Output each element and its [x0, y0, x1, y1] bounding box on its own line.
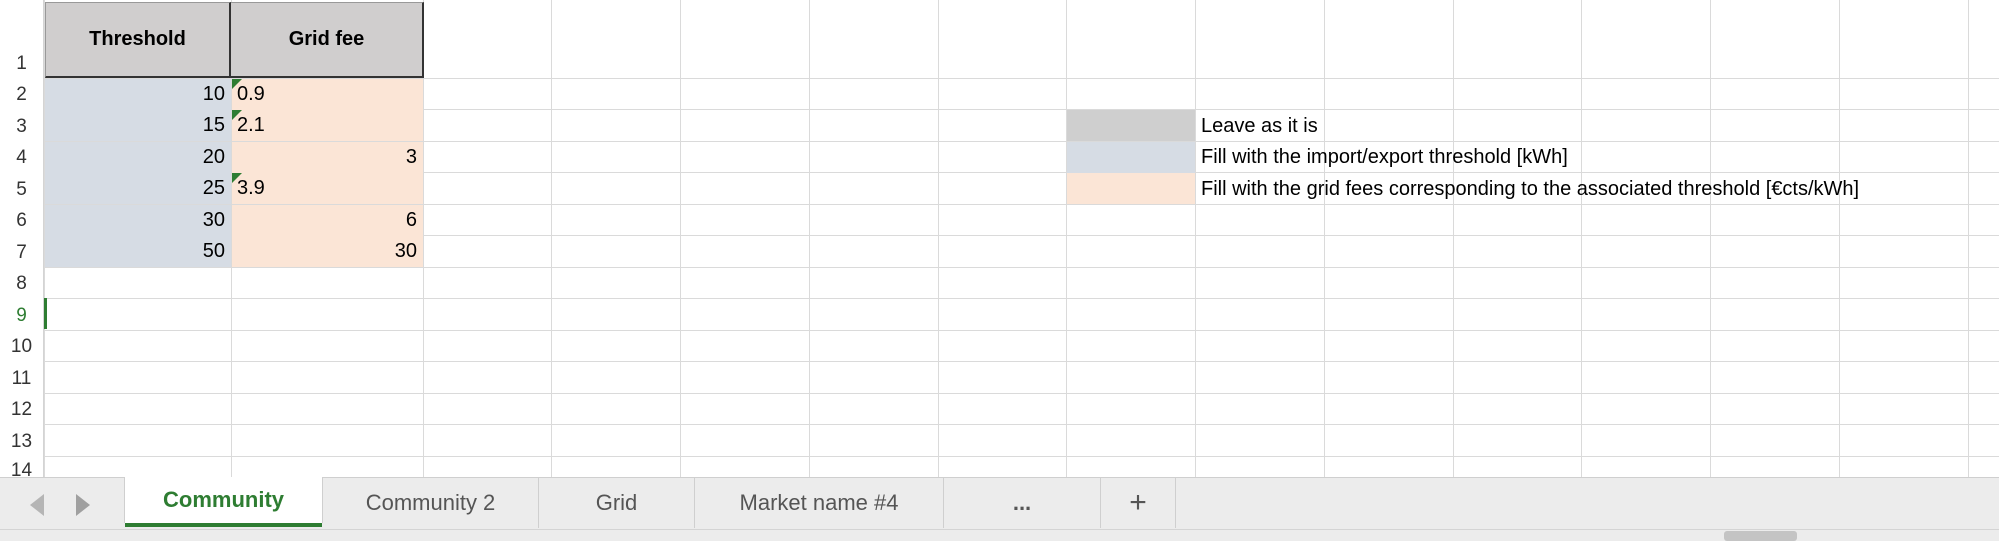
- row-header-10[interactable]: 10: [0, 330, 44, 361]
- legend-fees-text[interactable]: Fill with the grid fees corresponding to…: [1201, 174, 1859, 205]
- grid-line: [938, 0, 939, 477]
- threshold-cell[interactable]: 50: [45, 236, 231, 267]
- grid-fee-cell[interactable]: 3.9: [232, 173, 423, 204]
- error-indicator-icon: [232, 110, 242, 120]
- grid-line: [1581, 0, 1582, 477]
- grid-line: [44, 330, 1999, 331]
- row-header-12[interactable]: 12: [0, 393, 44, 424]
- grid-line: [44, 424, 1999, 425]
- grid-fee-cell[interactable]: 6: [232, 205, 423, 236]
- threshold-cell[interactable]: 25: [45, 173, 231, 204]
- threshold-cell[interactable]: 15: [45, 110, 231, 141]
- grid-line: [1195, 0, 1196, 477]
- threshold-cell[interactable]: 20: [45, 142, 231, 173]
- legend-threshold-text[interactable]: Fill with the import/export threshold [k…: [1201, 142, 1568, 173]
- sheet-tab-bar: Community Community 2 Grid Market name #…: [0, 477, 1999, 529]
- threshold-cell[interactable]: 10: [45, 79, 231, 110]
- grid-fee-cell[interactable]: 3: [232, 142, 423, 173]
- row-header-9[interactable]: 9: [0, 298, 44, 330]
- grid-line: [1710, 0, 1711, 477]
- tab-overflow[interactable]: ...: [944, 478, 1101, 528]
- row-header-11[interactable]: 11: [0, 361, 44, 393]
- legend-swatch-peach: [1067, 173, 1195, 204]
- grid-fee-cell[interactable]: 0.9: [232, 79, 423, 110]
- triangle-right-icon[interactable]: [76, 494, 90, 516]
- row-header-8[interactable]: 8: [0, 267, 44, 298]
- scrollbar-thumb[interactable]: [1724, 531, 1797, 541]
- spreadsheet-grid[interactable]: 1 2 3 4 5 6 7 8 9 10 11 12 13 14 Thresho…: [0, 0, 1999, 477]
- error-indicator-icon: [232, 79, 242, 89]
- grid-fee-cell[interactable]: 2.1: [232, 110, 423, 141]
- tab-market-name-4[interactable]: Market name #4: [695, 478, 944, 528]
- row-header-7[interactable]: 7: [0, 235, 44, 267]
- row-header-4[interactable]: 4: [0, 141, 44, 172]
- grid-line: [44, 298, 1999, 299]
- grid-line: [680, 0, 681, 477]
- legend-swatch-gray: [1067, 110, 1195, 141]
- grid-line: [1453, 0, 1454, 477]
- grid-line: [1324, 0, 1325, 477]
- legend-swatch-blue: [1067, 142, 1195, 173]
- row-header-1[interactable]: 1: [0, 0, 44, 78]
- row-header-13[interactable]: 13: [0, 424, 44, 456]
- plus-icon[interactable]: +: [1101, 478, 1176, 528]
- tab-grid[interactable]: Grid: [539, 478, 695, 528]
- grid-line: [44, 393, 1999, 394]
- grid-line: [1968, 0, 1969, 477]
- grid-line: [44, 361, 1999, 362]
- active-cell-indicator: [44, 298, 47, 329]
- grid-line: [44, 456, 1999, 457]
- grid-line: [1839, 0, 1840, 477]
- triangle-left-icon[interactable]: [30, 494, 44, 516]
- error-indicator-icon: [232, 173, 242, 183]
- header-threshold-cell[interactable]: Threshold: [45, 2, 231, 78]
- row-header-14[interactable]: 14: [0, 456, 44, 477]
- row-header-3[interactable]: 3: [0, 109, 44, 141]
- threshold-cell[interactable]: 30: [45, 205, 231, 236]
- horizontal-scrollbar[interactable]: [0, 529, 1999, 541]
- tab-community-2[interactable]: Community 2: [323, 478, 539, 528]
- grid-line: [1066, 0, 1067, 477]
- legend-leave-text[interactable]: Leave as it is: [1201, 111, 1318, 142]
- row-header-6[interactable]: 6: [0, 204, 44, 235]
- tab-community[interactable]: Community: [124, 477, 323, 527]
- grid-line: [809, 0, 810, 477]
- row-header-2[interactable]: 2: [0, 78, 44, 109]
- grid-fee-cell[interactable]: 30: [232, 236, 423, 267]
- row-header-5[interactable]: 5: [0, 172, 44, 204]
- grid-line: [44, 267, 1999, 268]
- header-grid-fee-cell[interactable]: Grid fee: [231, 2, 424, 78]
- grid-line: [551, 0, 552, 477]
